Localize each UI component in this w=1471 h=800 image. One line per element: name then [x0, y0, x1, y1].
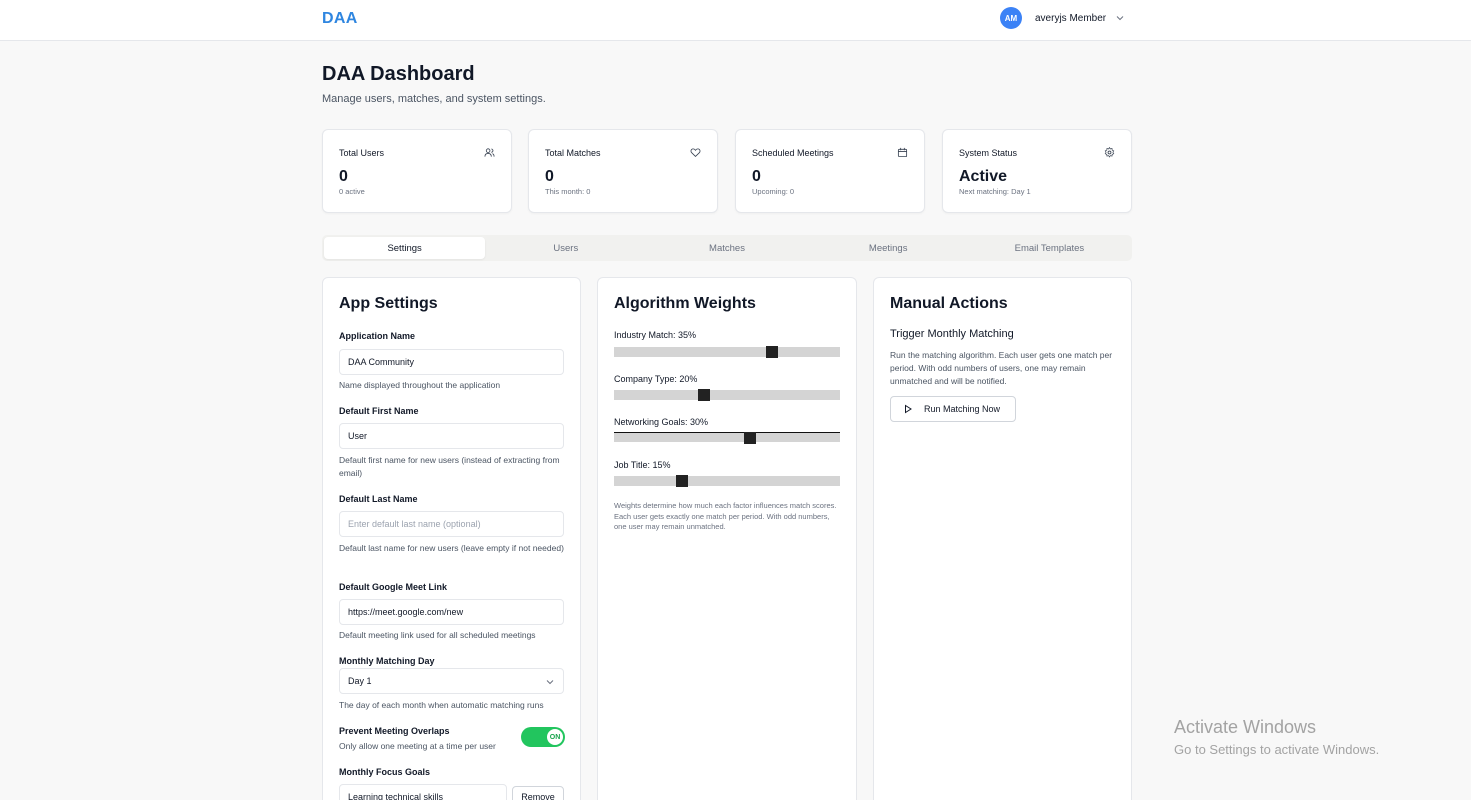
first-name-input[interactable]: [339, 423, 564, 449]
run-matching-label: Run Matching Now: [924, 404, 1001, 414]
calendar-icon: [897, 147, 908, 158]
first-name-help: Default first name for new users (instea…: [339, 455, 560, 478]
tab-settings[interactable]: Settings: [324, 237, 486, 259]
matching-day-value: Day 1: [348, 676, 372, 686]
panel-title: Manual Actions: [890, 295, 1008, 312]
weight-slider-company-type[interactable]: [614, 389, 840, 401]
tab-meetings[interactable]: Meetings: [808, 237, 969, 259]
app-name-label: Application Name: [339, 331, 416, 341]
stat-note: Upcoming: 0: [752, 187, 795, 196]
toggle-state: ON: [547, 729, 563, 745]
app-settings-panel: App Settings Application Name Name displ…: [322, 277, 581, 800]
meet-link-help: Default meeting link used for all schedu…: [339, 630, 536, 640]
weight-slider-job-title[interactable]: [614, 475, 840, 487]
stat-card-total-users: Total Users 0 0 active: [322, 129, 512, 213]
first-name-label: Default First Name: [339, 406, 419, 416]
stat-label: Total Matches: [545, 148, 601, 158]
page-subtitle: Manage users, matches, and system settin…: [322, 93, 546, 105]
slider-thumb[interactable]: [675, 475, 688, 487]
stat-card-system-status: System Status Active Next matching: Day …: [942, 129, 1132, 213]
user-name: averyjs Member: [1035, 12, 1107, 24]
play-icon: [905, 404, 912, 414]
last-name-input[interactable]: [339, 511, 564, 537]
activate-windows-subtitle: Go to Settings to activate Windows.: [1174, 742, 1380, 757]
avatar: AM: [1000, 7, 1022, 29]
manual-actions-panel: Manual Actions Trigger Monthly Matching …: [873, 277, 1132, 800]
app-name-input[interactable]: [339, 349, 564, 375]
focus-goals-label: Monthly Focus Goals: [339, 767, 431, 777]
algorithm-weights-panel: Algorithm Weights Industry Match: 35% Co…: [597, 277, 857, 800]
stat-label: Scheduled Meetings: [752, 148, 834, 158]
overlaps-toggle[interactable]: ON: [521, 727, 565, 747]
remove-goal-button[interactable]: Remove: [512, 786, 564, 800]
last-name-help: Default last name for new users (leave e…: [339, 543, 564, 553]
user-menu[interactable]: AM averyjs Member: [1000, 7, 1124, 29]
weight-slider-networking-goals[interactable]: [614, 432, 840, 444]
tab-email-templates[interactable]: Email Templates: [969, 237, 1130, 259]
stat-note: Next matching: Day 1: [959, 187, 1031, 196]
run-matching-button[interactable]: Run Matching Now: [890, 396, 1016, 422]
stat-value: 0: [752, 168, 761, 185]
panel-title: App Settings: [339, 295, 438, 312]
tab-bar: Settings Users Matches Meetings Email Te…: [322, 235, 1132, 261]
users-icon: [484, 148, 495, 157]
tab-matches[interactable]: Matches: [646, 237, 807, 259]
page-title: DAA Dashboard: [322, 63, 475, 85]
weight-slider-industry[interactable]: [614, 346, 840, 358]
stat-value: 0: [545, 168, 554, 185]
matching-day-help: The day of each month when automatic mat…: [339, 700, 544, 710]
stat-value: Active: [959, 168, 1008, 185]
weight-label-industry: Industry Match: 35%: [614, 330, 697, 340]
stat-label: System Status: [959, 148, 1018, 158]
weights-note: Weights determine how much each factor i…: [614, 501, 837, 531]
weight-label-job-title: Job Title: 15%: [614, 460, 671, 470]
brand-logo[interactable]: DAA: [322, 10, 358, 28]
chevron-down-icon: [546, 680, 554, 685]
slider-thumb[interactable]: [698, 389, 711, 401]
meet-link-input[interactable]: [339, 599, 564, 625]
meet-link-label: Default Google Meet Link: [339, 582, 448, 592]
stat-card-scheduled-meetings: Scheduled Meetings 0 Upcoming: 0: [735, 129, 925, 213]
overlaps-label: Prevent Meeting Overlaps: [339, 726, 450, 736]
stat-note: 0 active: [339, 187, 365, 196]
stat-label: Total Users: [339, 148, 385, 158]
tab-users[interactable]: Users: [485, 237, 646, 259]
panel-title: Algorithm Weights: [614, 295, 756, 312]
stat-card-total-matches: Total Matches 0 This month: 0: [528, 129, 718, 213]
matching-day-label: Monthly Matching Day: [339, 656, 435, 666]
gear-icon: [1104, 147, 1115, 158]
stat-value: 0: [339, 168, 348, 185]
app-name-help: Name displayed throughout the applicatio…: [339, 380, 501, 390]
matching-day-select[interactable]: Day 1: [339, 668, 564, 694]
trigger-matching-heading: Trigger Monthly Matching: [890, 328, 1014, 340]
heart-icon: [690, 148, 701, 158]
top-navbar: DAA AM averyjs Member: [0, 0, 1471, 41]
weight-label-company-type: Company Type: 20%: [614, 374, 698, 384]
activate-windows-title: Activate Windows: [1174, 717, 1317, 737]
focus-goal-input[interactable]: [339, 784, 507, 800]
slider-thumb[interactable]: [743, 432, 756, 444]
trigger-matching-description: Run the matching algorithm. Each user ge…: [890, 350, 1113, 386]
chevron-down-icon: [1116, 14, 1124, 22]
stat-note: This month: 0: [545, 187, 591, 196]
last-name-label: Default Last Name: [339, 494, 418, 504]
slider-thumb[interactable]: [766, 346, 779, 358]
weight-label-networking-goals: Networking Goals: 30%: [614, 417, 709, 427]
